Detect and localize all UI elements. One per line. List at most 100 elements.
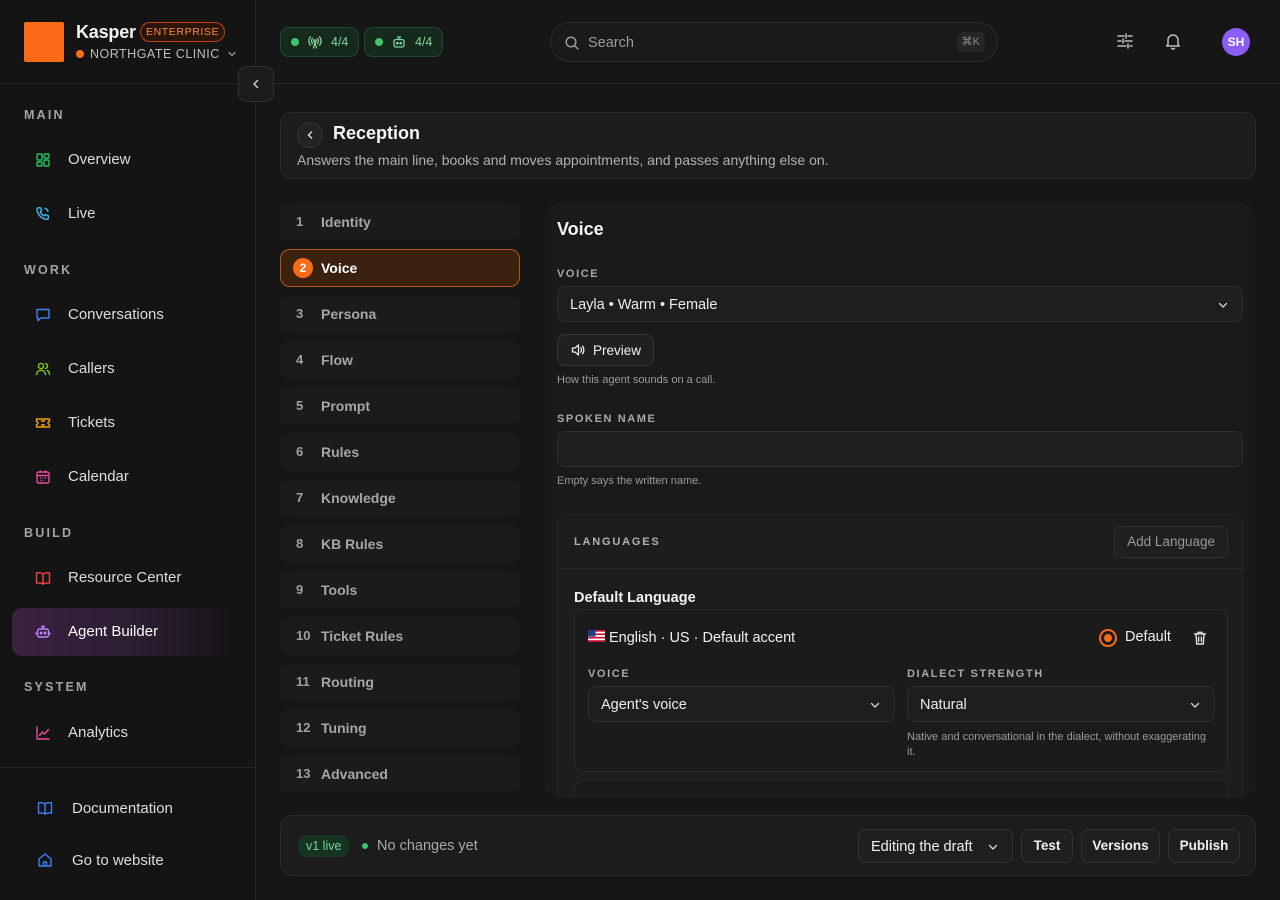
step-number: 4 — [296, 352, 304, 367]
status-dot — [291, 38, 299, 46]
default-language-title: Default Language — [574, 590, 696, 606]
delete-language-button[interactable] — [1191, 629, 1209, 647]
sidebar-item-callers[interactable]: Callers — [12, 345, 234, 393]
panel-title: Voice — [557, 219, 604, 239]
step-number: 7 — [296, 490, 304, 505]
chat-icon — [34, 306, 52, 324]
preview-voice-button[interactable]: Preview — [557, 334, 654, 366]
bell-icon — [1163, 31, 1183, 51]
step-voice[interactable]: 2 Voice — [280, 249, 520, 287]
agents-status-pill[interactable]: 4/4 — [364, 27, 444, 57]
agents-count: 4/4 — [415, 35, 433, 49]
sidebar-item-conversations[interactable]: Conversations — [12, 291, 234, 339]
step-knowledge[interactable]: 7 Knowledge — [280, 479, 520, 517]
language-voice-select[interactable]: Agent's voice — [588, 686, 895, 722]
step-label: Tuning — [321, 720, 367, 736]
step-routing[interactable]: 11 Routing — [280, 663, 520, 701]
org-switcher[interactable]: NORTHGATE CLINIC — [76, 47, 238, 61]
book-open-icon — [36, 799, 54, 817]
website-link[interactable]: Go to website — [36, 851, 164, 869]
page-subtitle: Answers the main line, books and moves a… — [297, 152, 829, 168]
sidebar-item-tickets[interactable]: Tickets — [12, 399, 234, 447]
chevron-down-icon — [1216, 298, 1230, 312]
speaker-icon — [570, 342, 586, 358]
sidebar-item-overview[interactable]: Overview — [12, 136, 234, 184]
plan-badge: ENTERPRISE — [140, 22, 226, 42]
step-ticket-rules[interactable]: 10 Ticket Rules — [280, 617, 520, 655]
search-placeholder: Search — [588, 35, 634, 51]
step-label: KB Rules — [321, 536, 384, 552]
publish-bar: v1 live No changes yet Editing the draft… — [280, 815, 1256, 876]
dialect-strength-label: DIALECT STRENGTH — [907, 668, 1044, 680]
back-button[interactable] — [297, 122, 323, 148]
topbar-divider — [256, 83, 1280, 84]
step-advanced[interactable]: 13 Advanced — [280, 755, 520, 793]
org-name: NORTHGATE CLINIC — [90, 47, 220, 61]
voice-select[interactable]: Layla • Warm • Female — [557, 286, 1243, 322]
step-number: 6 — [296, 444, 304, 459]
collapse-sidebar-button[interactable] — [238, 66, 274, 102]
brand: Kasper ENTERPRISE NORTHGATE CLINIC — [24, 20, 244, 64]
sidebar-item-label: Agent Builder — [68, 623, 159, 640]
step-kb-rules[interactable]: 8 KB Rules — [280, 525, 520, 563]
channels-status-pill[interactable]: 4/4 — [280, 27, 360, 57]
step-persona[interactable]: 3 Persona — [280, 295, 520, 333]
bot-icon — [34, 623, 52, 641]
notifications-button[interactable] — [1163, 31, 1183, 51]
voice-select-value: Layla • Warm • Female — [570, 297, 718, 313]
default-language-radio[interactable] — [1099, 629, 1117, 647]
draft-mode-select[interactable]: Editing the draft — [858, 829, 1013, 863]
preview-label: Preview — [592, 342, 641, 358]
channels-count: 4/4 — [331, 35, 349, 49]
sidebar-item-label: Resource Center — [68, 569, 182, 586]
home-icon — [36, 851, 54, 869]
sidebar-divider — [0, 767, 256, 768]
publish-button[interactable]: Publish — [1168, 829, 1240, 863]
user-avatar[interactable]: SH — [1222, 28, 1250, 56]
step-rules[interactable]: 6 Rules — [280, 433, 520, 471]
sidebar-item-label: Tickets — [68, 414, 115, 431]
filters-button[interactable] — [1115, 31, 1135, 51]
step-label: Identity — [321, 214, 371, 230]
sidebar-item-live[interactable]: Live — [12, 190, 234, 238]
org-status-dot — [76, 50, 84, 58]
step-tuning[interactable]: 12 Tuning — [280, 709, 520, 747]
draft-mode-value: Editing the draft — [871, 839, 973, 855]
version-badge: v1 live — [298, 835, 350, 857]
step-tools[interactable]: 9 Tools — [280, 571, 520, 609]
sidebar: Kasper ENTERPRISE NORTHGATE CLINIC MAIN … — [0, 0, 256, 900]
step-label: Knowledge — [321, 490, 396, 506]
default-label: Default — [1125, 629, 1171, 645]
spoken-name-input[interactable] — [557, 431, 1243, 467]
global-search[interactable]: Search ⌘K — [550, 22, 998, 62]
test-button[interactable]: Test — [1021, 829, 1073, 863]
sidebar-item-resource-center[interactable]: Resource Center — [12, 554, 234, 602]
step-identity[interactable]: 1 Identity — [280, 203, 520, 241]
step-prompt[interactable]: 5 Prompt — [280, 387, 520, 425]
nav-section-work: WORK — [24, 263, 73, 277]
search-icon — [564, 35, 580, 51]
sidebar-divider — [0, 83, 256, 84]
draft-status: No changes yet — [377, 838, 478, 854]
step-label: Rules — [321, 444, 360, 460]
language-item: English · US · Default accent Default VO… — [574, 609, 1228, 772]
dialect-strength-select[interactable]: Natural — [907, 686, 1215, 722]
chevron-left-icon — [249, 77, 263, 91]
book-icon — [34, 569, 52, 587]
sidebar-item-label: Callers — [68, 360, 115, 377]
grid-icon — [34, 151, 52, 169]
phone-icon — [34, 205, 52, 223]
us-flag-icon — [588, 630, 605, 642]
versions-button[interactable]: Versions — [1081, 829, 1160, 863]
documentation-link[interactable]: Documentation — [36, 799, 173, 817]
chevron-down-icon — [868, 698, 882, 712]
step-flow[interactable]: 4 Flow — [280, 341, 520, 379]
sidebar-item-calendar[interactable]: Calendar — [12, 453, 234, 501]
step-label: Routing — [321, 674, 374, 690]
sidebar-item-analytics[interactable]: Analytics — [12, 709, 234, 757]
add-language-button[interactable]: Add Language — [1114, 526, 1228, 558]
search-shortcut: ⌘K — [956, 32, 985, 52]
sidebar-item-agent-builder[interactable]: Agent Builder — [12, 608, 234, 656]
status-dot — [375, 38, 383, 46]
calendar-icon — [34, 468, 52, 486]
